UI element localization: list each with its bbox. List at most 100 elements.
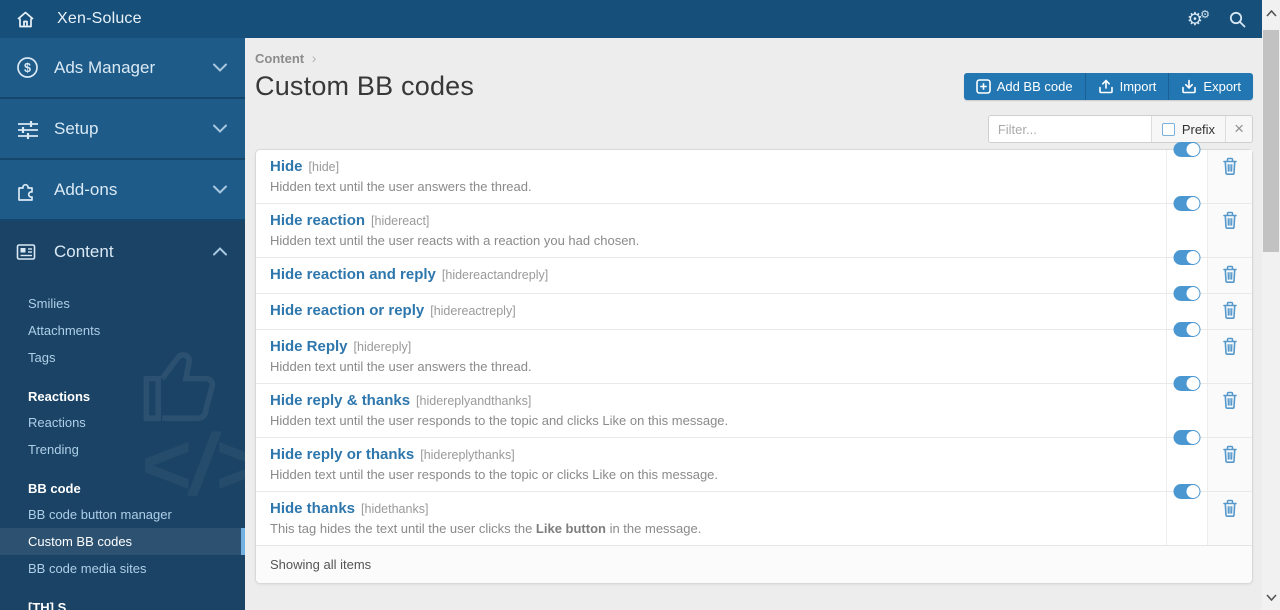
sidebar-section-add-ons[interactable]: Add-ons xyxy=(0,160,245,221)
toolbar-button-group: Add BB code Import Export xyxy=(963,73,1253,100)
home-icon[interactable] xyxy=(16,11,35,28)
bbcode-tag: [hidethanks] xyxy=(361,502,429,516)
enable-toggle[interactable] xyxy=(1173,484,1201,499)
enable-toggle[interactable] xyxy=(1173,322,1201,337)
chevron-up-icon xyxy=(213,247,227,256)
sidebar-section-ads-manager[interactable]: $ Ads Manager xyxy=(0,38,245,99)
delete-cell xyxy=(1207,330,1252,383)
delete-icon[interactable] xyxy=(1222,337,1238,361)
sliders-icon xyxy=(16,118,42,140)
sidebar-item-attachments[interactable]: Attachments xyxy=(0,317,245,344)
bbcode-tag: [hidereactandreply] xyxy=(441,268,549,282)
bbcode-row-hide-reaction: Hide reaction [hidereact] Hidden text unti… xyxy=(256,196,1252,257)
svg-text:$: $ xyxy=(24,61,31,75)
enable-toggle[interactable] xyxy=(1173,430,1201,445)
toggle-knob xyxy=(1186,485,1200,498)
search-icon[interactable] xyxy=(1229,11,1246,28)
bbcode-row-text: Hide reaction [hidereact] Hidden text unti… xyxy=(256,204,1166,257)
bbcode-description: Hidden text until the user answers the t… xyxy=(270,179,532,194)
scroll-up-icon[interactable] xyxy=(1262,4,1280,22)
sidebar-item-tags[interactable]: Tags xyxy=(0,344,245,371)
bbcode-row-hide: Hide [hide] Hidden text until the user ans… xyxy=(256,142,1252,203)
filter-close-icon[interactable]: × xyxy=(1225,116,1252,142)
bbcode-title-link[interactable]: Hide reply & thanks xyxy=(270,392,410,409)
chevron-down-icon xyxy=(213,185,227,194)
sidebar-item-smilies[interactable]: Smilies xyxy=(0,290,245,317)
delete-icon[interactable] xyxy=(1222,445,1238,469)
delete-cell xyxy=(1207,258,1252,293)
bbcode-row-hide-thanks: Hide thanks [hidethanks] This tag hides th… xyxy=(256,484,1252,545)
delete-icon[interactable] xyxy=(1222,391,1238,415)
bbcode-row-hide-reaction-or-reply: Hide reaction or reply [hidereactreply] xyxy=(256,286,1252,329)
bbcode-title-link[interactable]: Hide reaction or reply xyxy=(270,302,424,319)
bbcode-title-link[interactable]: Hide reaction xyxy=(270,212,365,229)
prefix-checkbox[interactable] xyxy=(1161,122,1175,136)
export-button[interactable]: Export xyxy=(1169,73,1253,100)
button-label: Add BB code xyxy=(996,79,1073,94)
sidebar-section-content[interactable]: Content xyxy=(0,221,245,282)
delete-cell xyxy=(1207,150,1252,203)
bbcode-description: Hidden text until the user reacts with a… xyxy=(270,233,640,248)
sidebar-group-bb-code: BB code xyxy=(28,481,81,496)
chevron-down-icon xyxy=(213,63,227,72)
import-button[interactable]: Import xyxy=(1085,73,1170,100)
delete-cell xyxy=(1207,438,1252,491)
chevron-down-icon xyxy=(213,124,227,133)
delete-cell xyxy=(1207,492,1252,545)
breadcrumb[interactable]: Content › xyxy=(255,50,1253,66)
sidebar: $ Ads Manager Setup Add-ons Content Smilies… xyxy=(0,38,245,610)
add-bb-code-button[interactable]: Add BB code xyxy=(963,73,1086,100)
delete-icon[interactable] xyxy=(1222,265,1238,289)
delete-cell xyxy=(1207,204,1252,257)
enable-toggle[interactable] xyxy=(1173,196,1201,211)
sidebar-item-bb-code-media-sites[interactable]: BB code media sites xyxy=(0,555,245,582)
scroll-down-icon[interactable] xyxy=(1262,588,1280,606)
bbcode-description: Hidden text until the user responds to t… xyxy=(270,413,729,428)
bbcode-title-link[interactable]: Hide thanks xyxy=(270,500,355,517)
button-label: Import xyxy=(1119,79,1157,94)
bbcode-title-link[interactable]: Hide Reply xyxy=(270,338,348,355)
sidebar-section-setup[interactable]: Setup xyxy=(0,99,245,160)
settings-gears-icon[interactable]: ⚙ ⚙ xyxy=(1187,9,1210,28)
enable-toggle[interactable] xyxy=(1173,250,1201,265)
app-title: Xen-Soluce xyxy=(57,10,142,27)
sidebar-item-bb-code-button-manager[interactable]: BB code button manager xyxy=(0,501,245,528)
toggle-knob xyxy=(1186,431,1200,444)
export-icon xyxy=(1181,79,1203,94)
sidebar-item-reactions[interactable]: Reactions xyxy=(0,409,245,436)
bbcode-title-link[interactable]: Hide xyxy=(270,158,303,175)
bbcode-tag: [hidereply] xyxy=(353,340,412,354)
bbcode-row-hide-reply-or-thanks: Hide reply or thanks [hidereplythanks] Hid… xyxy=(256,430,1252,491)
delete-icon[interactable] xyxy=(1222,499,1238,523)
scrollbar-thumb[interactable] xyxy=(1263,30,1279,252)
enable-toggle[interactable] xyxy=(1173,286,1201,301)
sidebar-item-trending[interactable]: Trending xyxy=(0,436,245,463)
main-content: Content › Custom BB codes Add BB code Imp… xyxy=(245,38,1262,610)
bbcode-tag: [hidereactreply] xyxy=(430,304,516,318)
enable-toggle[interactable] xyxy=(1173,142,1201,157)
sidebar-sections: $ Ads Manager Setup Add-ons xyxy=(0,38,245,221)
toggle-knob xyxy=(1186,143,1200,156)
sidebar-section-label: Ads Manager xyxy=(54,57,156,77)
delete-icon[interactable] xyxy=(1222,157,1238,181)
vertical-scrollbar[interactable] xyxy=(1262,0,1280,610)
breadcrumb-link[interactable]: Content xyxy=(255,51,304,66)
sidebar-content-items: Smilies Attachments Tags Reactions Reactions… xyxy=(0,282,245,610)
bbcode-title-link[interactable]: Hide reaction and reply xyxy=(270,266,436,283)
bbcode-title-link[interactable]: Hide reply or thanks xyxy=(270,446,414,463)
enable-toggle[interactable] xyxy=(1173,376,1201,391)
sidebar-group-th-s: [TH] S xyxy=(28,600,67,610)
bbcode-tag: [hidereplythanks] xyxy=(420,448,515,462)
delete-icon[interactable] xyxy=(1222,211,1238,235)
toggle-cell xyxy=(1166,484,1207,545)
prefix-toggle[interactable]: Prefix xyxy=(1150,116,1225,142)
sidebar-item-custom-bb-codes[interactable]: Custom BB codes xyxy=(0,528,245,555)
top-bar: Xen-Soluce ⚙ ⚙ xyxy=(0,0,1262,38)
import-icon xyxy=(1098,79,1120,94)
prefix-label: Prefix xyxy=(1181,121,1216,137)
bbcode-description: This tag hides the text until the user c… xyxy=(270,521,702,536)
delete-icon[interactable] xyxy=(1222,301,1238,325)
delete-cell xyxy=(1207,294,1252,329)
filter-input[interactable] xyxy=(988,116,1151,142)
toggle-knob xyxy=(1186,287,1200,300)
